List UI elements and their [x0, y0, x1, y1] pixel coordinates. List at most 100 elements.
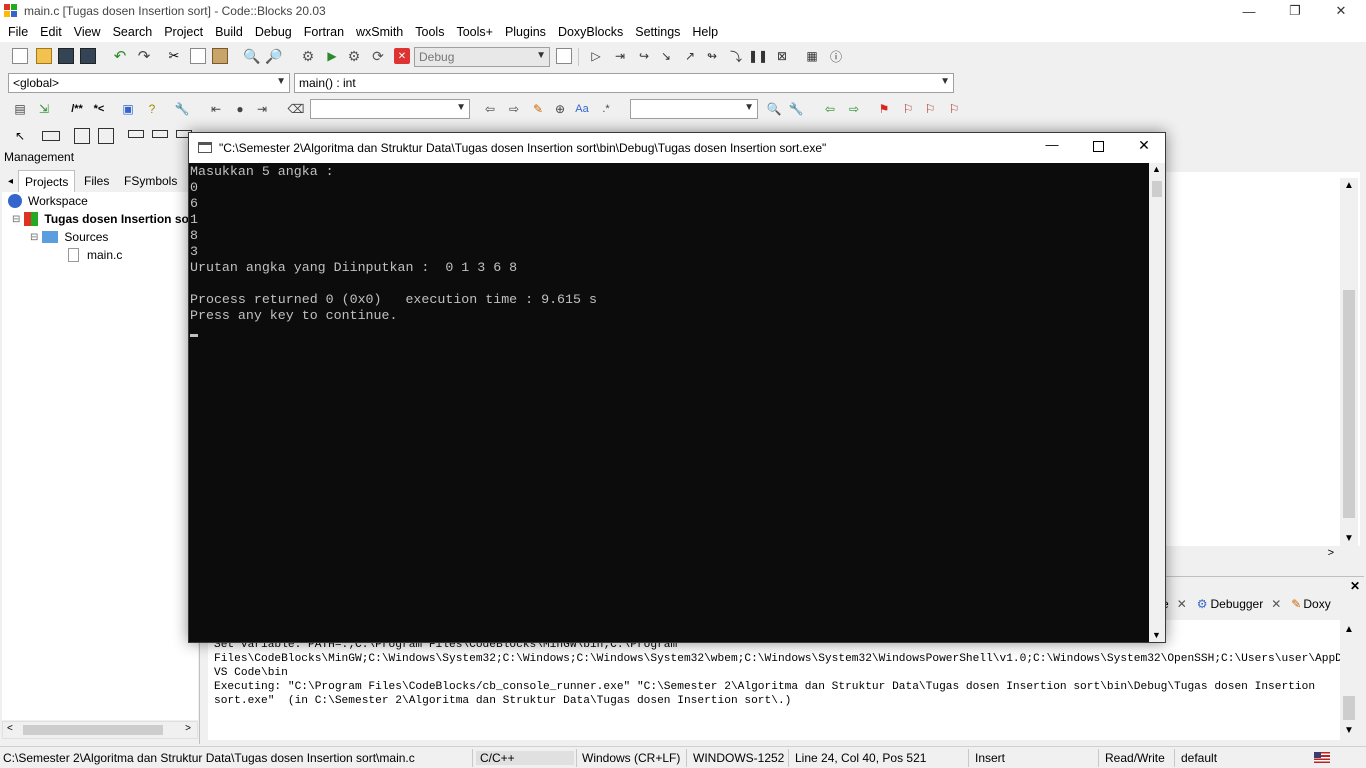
menu-help[interactable]: Help	[686, 25, 724, 39]
scroll-right-icon[interactable]: >	[1328, 547, 1334, 559]
chm-icon[interactable]: ?	[144, 101, 160, 117]
tree-sources[interactable]: ⊟ Sources	[30, 230, 108, 244]
undo-icon[interactable]: ↶	[112, 48, 128, 65]
flag-icon[interactable]: ⚑	[876, 101, 892, 117]
menu-search[interactable]: Search	[107, 25, 159, 39]
scroll-down-icon[interactable]: ▼	[1344, 533, 1354, 544]
abort-icon[interactable]: ✕	[394, 48, 410, 64]
tab-doxyblocks[interactable]: Doxy	[1303, 597, 1330, 611]
tree-project[interactable]: ⊟ Tugas dosen Insertion sort	[12, 212, 198, 226]
comment-block-icon[interactable]: /**	[66, 101, 88, 117]
step-instruction-icon[interactable]: ⤵	[728, 48, 744, 64]
menu-project[interactable]: Project	[158, 25, 209, 39]
tab-close-icon[interactable]: ✕	[1177, 597, 1187, 611]
button-widget-icon[interactable]	[128, 130, 144, 138]
menu-doxyblocks[interactable]: DoxyBlocks	[552, 25, 629, 39]
tab-scroll-left-icon[interactable]: ◂	[2, 172, 19, 194]
tab-projects[interactable]: Projects	[18, 170, 76, 192]
clear-flags-icon[interactable]: ⚐	[946, 101, 962, 117]
debug-windows-icon[interactable]: ▦	[804, 48, 820, 64]
log-vertical-scrollbar[interactable]: ▲ ▼	[1340, 620, 1358, 740]
scroll-down-icon[interactable]: ▼	[1152, 630, 1161, 640]
cut-icon[interactable]: ✂	[166, 48, 182, 64]
step-into-icon[interactable]: ↘	[658, 48, 674, 64]
console-window[interactable]: "C:\Semester 2\Algoritma dan Struktur Da…	[188, 132, 1166, 643]
next-bookmark-icon[interactable]: ⇥	[254, 101, 270, 117]
wrench-icon[interactable]: 🔧	[174, 101, 190, 117]
rebuild-icon[interactable]: ⟳	[370, 48, 386, 64]
settings-wrench-icon[interactable]: 🔧	[788, 101, 804, 117]
select-target-icon[interactable]: ⊕	[552, 101, 568, 117]
scroll-left-icon[interactable]: <	[7, 723, 13, 734]
find-icon[interactable]: 🔍	[243, 48, 260, 64]
clear-icon[interactable]: ⌫	[288, 101, 305, 117]
info-icon[interactable]: ⓘ	[828, 48, 844, 64]
minimize-button[interactable]: —	[1226, 0, 1272, 22]
pointer-icon[interactable]: ↖	[12, 128, 28, 144]
menu-settings[interactable]: Settings	[629, 25, 686, 39]
console-close-button[interactable]: ✕	[1121, 137, 1167, 159]
panel-icon[interactable]	[42, 131, 60, 141]
new-file-icon[interactable]	[12, 48, 28, 64]
console-minimize-button[interactable]: —	[1029, 137, 1075, 159]
box-icon[interactable]	[74, 128, 90, 144]
menu-tools-plus[interactable]: Tools+	[450, 25, 498, 39]
console-title-bar[interactable]: "C:\Semester 2\Algoritma dan Struktur Da…	[189, 133, 1165, 163]
highlight-icon[interactable]: ✎	[530, 101, 546, 117]
build-gear-icon[interactable]: ⚙	[300, 48, 316, 64]
next-instruction-icon[interactable]: ↬	[704, 48, 720, 64]
next-line-icon[interactable]: ↪	[636, 48, 652, 64]
replace-icon[interactable]: 🔎	[265, 48, 282, 64]
html-icon[interactable]: ▣	[120, 101, 136, 117]
scroll-thumb[interactable]	[1343, 696, 1355, 720]
tab-fsymbols[interactable]: FSymbols	[118, 170, 183, 192]
tree-horizontal-scrollbar[interactable]: < >	[2, 721, 198, 739]
menu-debug[interactable]: Debug	[249, 25, 298, 39]
match-case-icon[interactable]: Aa	[574, 101, 590, 117]
pause-icon[interactable]: ❚❚	[748, 48, 768, 64]
restore-button[interactable]: ❐	[1272, 0, 1318, 22]
stop-debug-icon[interactable]: ⊠	[774, 48, 790, 64]
tab-close-icon[interactable]: ✕	[1271, 597, 1281, 611]
scroll-thumb[interactable]	[23, 725, 163, 735]
scroll-up-icon[interactable]: ▲	[1152, 164, 1161, 174]
menu-fortran[interactable]: Fortran	[298, 25, 350, 39]
build-target-select[interactable]: Debug ▼	[414, 47, 550, 67]
console-vertical-scrollbar[interactable]: ▲ ▼	[1149, 163, 1165, 642]
menu-tools[interactable]: Tools	[409, 25, 450, 39]
step-out-icon[interactable]: ↗	[682, 48, 698, 64]
run-icon[interactable]: ▶	[324, 48, 340, 64]
function-select[interactable]: main() : int ▼	[294, 73, 954, 93]
editor-area[interactable]	[1166, 172, 1360, 564]
menu-edit[interactable]: Edit	[34, 25, 68, 39]
tab-debugger[interactable]: Debugger	[1211, 597, 1264, 611]
scroll-thumb[interactable]	[1343, 290, 1355, 518]
prev-flag-icon[interactable]: ⚐	[900, 101, 916, 117]
search-combo[interactable]: ▼	[310, 99, 470, 119]
editor-vertical-scrollbar[interactable]: ▲ ▼	[1340, 178, 1358, 546]
scroll-down-icon[interactable]: ▼	[1344, 725, 1354, 736]
menu-view[interactable]: View	[68, 25, 107, 39]
comment-line-icon[interactable]: *<	[90, 101, 108, 117]
regex-icon[interactable]: .*	[598, 101, 614, 117]
open-icon[interactable]	[36, 48, 52, 64]
paste-icon[interactable]	[212, 48, 228, 64]
project-icon[interactable]: ▤	[12, 101, 28, 117]
arrow-left-icon[interactable]: ⇦	[822, 101, 838, 117]
symbol-combo[interactable]: ▼	[630, 99, 758, 119]
debug-run-icon[interactable]: ▷	[588, 48, 604, 64]
back-icon[interactable]: ⇦	[482, 101, 498, 117]
tab-files[interactable]: Files	[78, 170, 115, 192]
bookmark-icon[interactable]: ●	[232, 101, 248, 117]
close-button[interactable]: ✕	[1318, 0, 1364, 22]
menu-file[interactable]: File	[2, 25, 34, 39]
grid-icon[interactable]	[98, 128, 114, 144]
close-panel-icon[interactable]: ✕	[1350, 579, 1360, 593]
textctrl-widget-icon[interactable]	[152, 130, 168, 138]
prev-bookmark-icon[interactable]: ⇤	[208, 101, 224, 117]
build-and-run-icon[interactable]: ⚙	[346, 48, 362, 64]
scope-select[interactable]: <global> ▼	[8, 73, 290, 93]
editor-horizontal-scrollbar[interactable]: >	[1166, 546, 1360, 564]
build-options-icon[interactable]	[556, 48, 572, 64]
scroll-up-icon[interactable]: ▲	[1344, 180, 1354, 191]
